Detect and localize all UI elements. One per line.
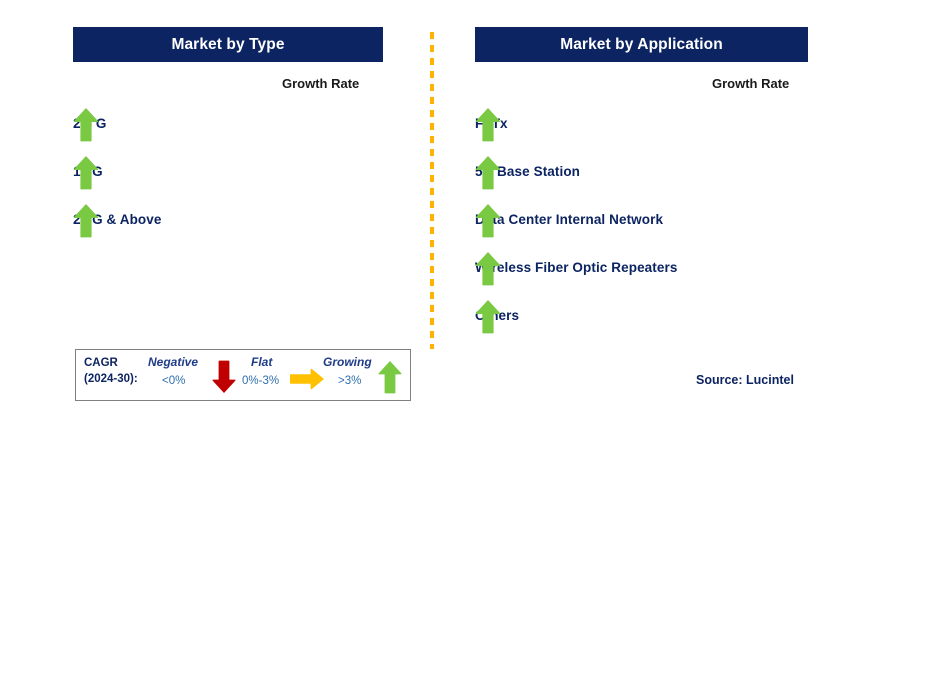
infographic-canvas: Market by Type Growth Rate 2.5 G 10 G 25… — [0, 0, 945, 683]
table-row: 25 G & Above — [73, 200, 383, 240]
source-note: Source: Lucintel — [696, 373, 794, 387]
legend-title-line2: (2024-30): — [84, 372, 138, 385]
growth-rate-caption-type: Growth Rate — [282, 76, 360, 91]
arrow-up-icon — [475, 251, 501, 286]
legend-range-flat: 0%-3% — [242, 375, 280, 387]
table-row: Others — [475, 296, 808, 336]
cagr-legend: CAGR (2024-30): Negative <0% Flat 0%-3% … — [75, 349, 411, 401]
table-row: 5G Base Station — [475, 152, 808, 192]
arrow-up-icon — [475, 155, 501, 190]
segment-label: Data Center Internal Network — [475, 212, 664, 228]
panel-title: Market by Application — [560, 35, 723, 53]
legend-term-flat: Flat — [251, 355, 273, 369]
table-row: 10 G — [73, 152, 383, 192]
arrow-right-icon — [289, 368, 325, 390]
legend-range-negative: <0% — [162, 375, 186, 387]
arrow-up-icon — [475, 299, 501, 334]
table-row: Data Center Internal Network — [475, 200, 808, 240]
legend-range-growing: >3% — [338, 375, 362, 387]
arrow-down-icon — [212, 360, 236, 394]
arrow-up-icon — [73, 107, 99, 142]
legend-title-line1: CAGR — [84, 357, 118, 369]
arrow-up-icon — [475, 203, 501, 238]
panel-header-market-by-application: Market by Application — [475, 27, 808, 62]
table-row: 2.5 G — [73, 104, 383, 144]
legend-term-negative: Negative — [148, 355, 199, 369]
arrow-up-icon — [378, 360, 402, 394]
arrow-up-icon — [475, 107, 501, 142]
arrow-up-icon — [73, 155, 99, 190]
segment-label: Wireless Fiber Optic Repeaters — [475, 260, 678, 276]
vertical-dashed-divider — [430, 32, 434, 349]
panel-title: Market by Type — [171, 35, 285, 53]
arrow-up-icon — [73, 203, 99, 238]
legend-term-growing: Growing — [323, 355, 372, 369]
panel-header-market-by-type: Market by Type — [73, 27, 383, 62]
growth-rate-caption-application: Growth Rate — [712, 76, 790, 91]
table-row: Wireless Fiber Optic Repeaters — [475, 248, 808, 288]
table-row: FFTx — [475, 104, 808, 144]
legend-title: CAGR (2024-30): — [84, 356, 138, 387]
